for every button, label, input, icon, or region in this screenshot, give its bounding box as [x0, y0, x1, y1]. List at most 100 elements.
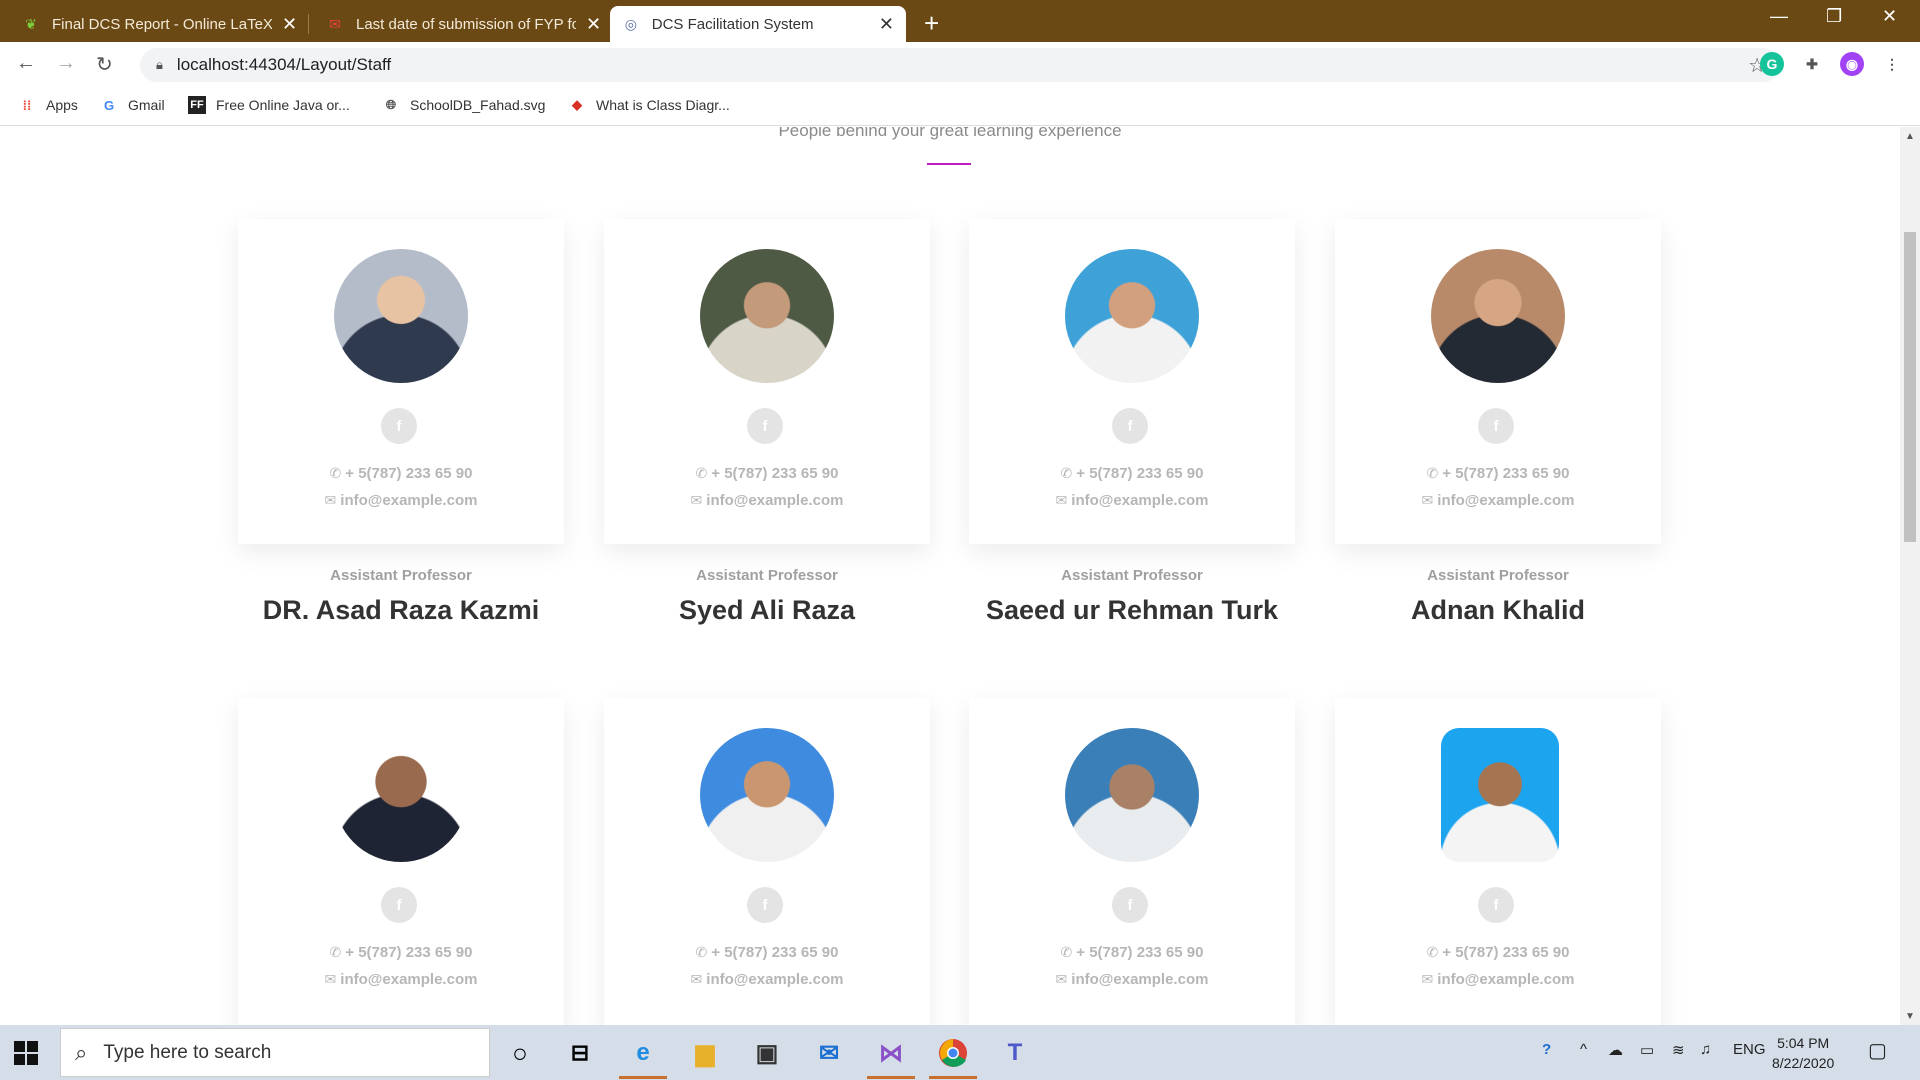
staff-email[interactable]: ✉ info@example.com [1335, 492, 1661, 509]
staff-photo [700, 728, 834, 862]
staff-email[interactable]: ✉ info@example.com [1335, 971, 1661, 988]
clock-date: 8/22/2020 [1772, 1055, 1835, 1071]
close-tab-icon[interactable]: ✕ [879, 14, 894, 35]
overleaf-icon: ❦ [25, 15, 37, 32]
notifications-icon[interactable]: ▢ [1868, 1038, 1887, 1063]
minimize-icon[interactable]: — [1770, 6, 1788, 27]
clock[interactable]: 5:04 PM 8/22/2020 [1772, 1033, 1834, 1073]
tab-dcs[interactable]: ◎ DCS Facilitation System ✕ [610, 6, 906, 42]
staff-email[interactable]: ✉ info@example.com [969, 971, 1295, 988]
reload-icon[interactable]: ↻ [96, 52, 113, 77]
staff-card: f ✆ + 5(787) 233 65 90 ✉ info@example.com [238, 698, 564, 1025]
address-toolbar: ← → ↻ 🔒︎ localhost:44304/Layout/Staff ☆ … [0, 42, 1920, 86]
staff-email[interactable]: ✉ info@example.com [238, 492, 564, 509]
forward-icon[interactable]: → [56, 52, 76, 75]
new-tab-button[interactable]: + [924, 8, 939, 39]
edge-icon[interactable]: e [623, 1033, 663, 1073]
phone-text: + 5(787) 233 65 90 [345, 944, 473, 961]
scroll-up-icon[interactable]: ▲ [1905, 131, 1915, 142]
phone-text: + 5(787) 233 65 90 [711, 465, 839, 482]
tab-title: Last date of submission of FYP fo [356, 15, 576, 33]
chrome-logo [939, 1039, 967, 1067]
staff-role: Assistant Professor [696, 567, 838, 584]
bookmark-apps[interactable]: ⁞⁞ Apps [18, 96, 78, 114]
scroll-down-icon[interactable]: ▼ [1905, 1011, 1915, 1022]
help-icon[interactable]: ? [1542, 1041, 1551, 1058]
google-icon: G [103, 97, 115, 113]
edge-active-indicator [619, 1076, 667, 1079]
close-tab-icon[interactable]: ✕ [282, 14, 297, 35]
phone-text: + 5(787) 233 65 90 [1442, 944, 1570, 961]
facebook-icon[interactable]: f [1112, 887, 1148, 923]
staff-name: Adnan Khalid [1411, 595, 1585, 625]
bookmark-class-diagram[interactable]: ◆ What is Class Diagr... [568, 96, 730, 114]
staff-role: Assistant Professor [1427, 567, 1569, 584]
tab-title: Final DCS Report - Online LaTeX Ed [52, 15, 272, 33]
extensions-icon[interactable]: ✚ [1800, 52, 1824, 76]
bookmark-java[interactable]: FF Free Online Java or... [188, 96, 350, 114]
task-view-icon[interactable]: ⊟ [560, 1033, 600, 1073]
apps-grid-icon: ⁞⁞ [22, 97, 32, 113]
taskbar-search[interactable]: ⌕ Type here to search [60, 1028, 490, 1077]
mail-icon: ✉ [690, 971, 703, 987]
section-subtitle: People behind your great learning experi… [778, 127, 1122, 140]
facebook-icon[interactable]: f [1478, 887, 1514, 923]
windows-start-icon[interactable] [14, 1041, 38, 1065]
bookmark-label: Apps [46, 97, 78, 113]
bookmarks-bar: ⁞⁞ Apps G Gmail FF Free Online Java or..… [0, 86, 1920, 126]
mail-icon: ✉ [324, 492, 337, 508]
facebook-icon[interactable]: f [1478, 408, 1514, 444]
mail-app-icon[interactable]: ✉ [809, 1033, 849, 1073]
tab-overleaf[interactable]: ❦ Final DCS Report - Online LaTeX Ed ✕ [10, 6, 309, 42]
wifi-icon[interactable]: ≋ [1672, 1041, 1685, 1059]
url-bar[interactable]: 🔒︎ localhost:44304/Layout/Staff ☆ [140, 48, 1780, 82]
language-indicator[interactable]: ENG [1733, 1041, 1766, 1058]
scroll-thumb[interactable] [1904, 232, 1916, 542]
tab-gmail[interactable]: ✉ Last date of submission of FYP fo ✕ [314, 6, 613, 42]
restore-icon[interactable]: ❐ [1826, 6, 1842, 27]
mail-icon: ✉ [1421, 492, 1434, 508]
close-window-icon[interactable]: ✕ [1882, 6, 1897, 27]
staff-email[interactable]: ✉ info@example.com [604, 492, 930, 509]
lock-icon: 🔒︎ [156, 57, 163, 72]
facebook-icon[interactable]: f [381, 408, 417, 444]
back-icon[interactable]: ← [16, 52, 36, 75]
facebook-icon[interactable]: f [1112, 408, 1148, 444]
battery-icon[interactable]: ▭ [1640, 1041, 1654, 1059]
facebook-icon[interactable]: f [381, 887, 417, 923]
grammarly-icon[interactable]: G [1760, 52, 1784, 76]
teams-icon[interactable]: T [995, 1033, 1035, 1073]
show-hidden-icons[interactable]: ^ [1580, 1041, 1587, 1058]
staff-email[interactable]: ✉ info@example.com [238, 971, 564, 988]
staff-phone: ✆ + 5(787) 233 65 90 [1335, 944, 1661, 961]
facebook-icon[interactable]: f [747, 408, 783, 444]
staff-phone: ✆ + 5(787) 233 65 90 [969, 944, 1295, 961]
bookmark-label: Gmail [128, 97, 165, 113]
volume-icon[interactable]: ♫ [1700, 1041, 1711, 1058]
staff-email[interactable]: ✉ info@example.com [969, 492, 1295, 509]
chrome-icon[interactable] [933, 1033, 973, 1073]
page-scrollbar[interactable]: ▲ ▼ [1900, 127, 1920, 1025]
cortana-icon[interactable]: ○ [500, 1033, 540, 1073]
url-text: localhost:44304/Layout/Staff [176, 55, 392, 74]
facebook-icon[interactable]: f [747, 887, 783, 923]
bookmark-label: Free Online Java or... [216, 97, 350, 113]
onedrive-icon[interactable]: ☁ [1608, 1041, 1623, 1059]
email-text: info@example.com [1437, 492, 1575, 509]
tab-strip: ❦ Final DCS Report - Online LaTeX Ed ✕ ✉… [0, 0, 1920, 42]
phone-icon: ✆ [1426, 465, 1439, 481]
store-icon[interactable]: ▣ [747, 1033, 787, 1073]
close-tab-icon[interactable]: ✕ [586, 14, 601, 35]
bookmark-gmail[interactable]: G Gmail [100, 96, 165, 114]
tab-separator [308, 14, 309, 34]
file-explorer-icon[interactable]: ▆ [685, 1033, 725, 1073]
staff-email[interactable]: ✉ info@example.com [604, 971, 930, 988]
visual-studio-icon[interactable]: ⋈ [871, 1033, 911, 1073]
staff-photo [700, 249, 834, 383]
staff-photo [1441, 728, 1559, 862]
mail-icon: ✉ [1055, 492, 1068, 508]
menu-icon[interactable]: ⋮ [1880, 52, 1904, 76]
staff-name: DR. Asad Raza Kazmi [262, 595, 540, 625]
profile-avatar[interactable]: ◉ [1840, 52, 1864, 76]
bookmark-schooldb[interactable]: 🌐︎ SchoolDB_Fahad.svg [382, 96, 546, 114]
